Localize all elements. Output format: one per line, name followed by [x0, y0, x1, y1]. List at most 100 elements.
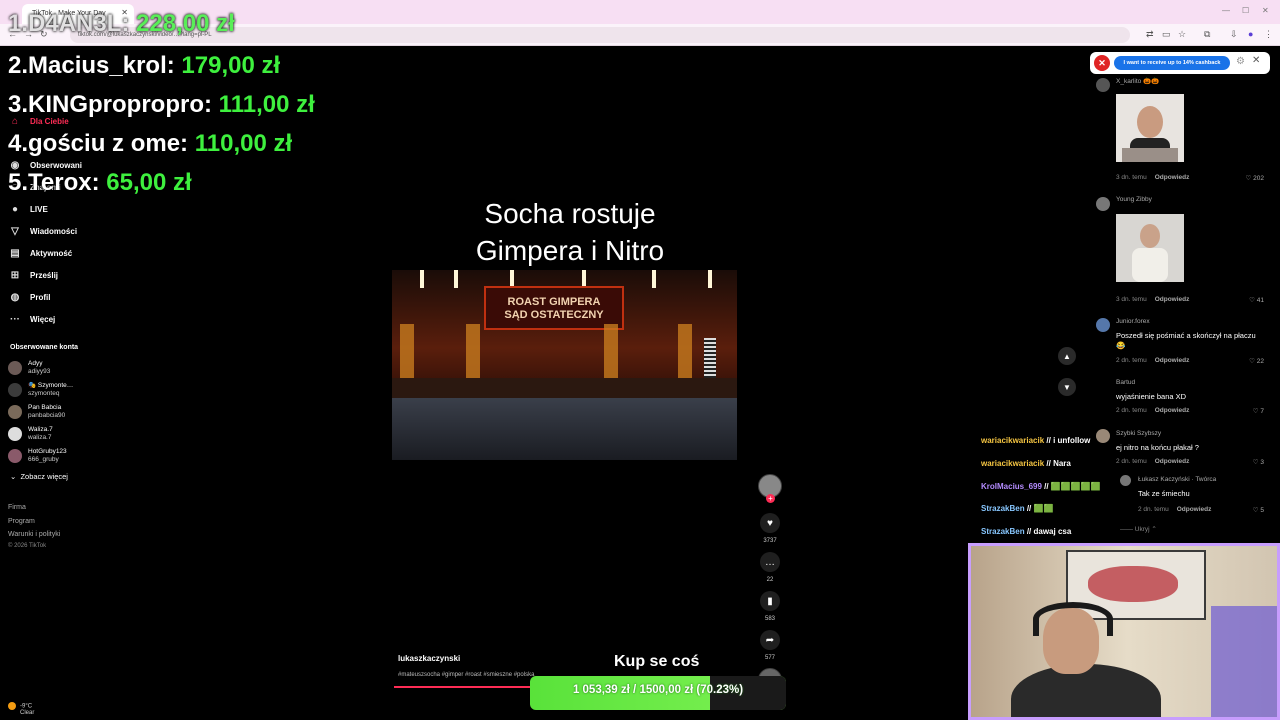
comment-user[interactable]: Junior.forex [1116, 318, 1150, 325]
window-close-icon[interactable]: ✕ [1262, 6, 1269, 15]
comment-icon[interactable]: … [760, 552, 780, 572]
weather-temp: -9°C [20, 703, 33, 710]
profile-avatar-icon[interactable]: ● [1248, 29, 1253, 39]
chevron-down-icon: ⌄ [10, 472, 21, 481]
chat-separator: // [1044, 482, 1049, 491]
comment-image[interactable] [1116, 94, 1184, 162]
followed-account[interactable]: HotGruby123 666_gruby [8, 446, 67, 466]
donor-name: 1.D4AN3L: [8, 10, 130, 37]
chevron-down-icon: ▼ [1063, 382, 1071, 392]
comment-likes[interactable]: ♡ 3 [1253, 458, 1264, 466]
account-handle: waliza.7 [28, 434, 52, 441]
avatar [8, 405, 22, 419]
followed-account[interactable]: 🎭 Szymonte… szymonteq [8, 380, 73, 400]
followed-account[interactable]: Waliza.7 waliza.7 [8, 424, 53, 444]
comment-time: 2 dn. temu [1116, 458, 1147, 465]
maximize-icon[interactable]: ☐ [1242, 6, 1249, 15]
avatar [8, 427, 22, 441]
leaderboard-entry: 5.Terox: 65,00 zł [8, 169, 192, 197]
minimize-icon[interactable]: — [1222, 6, 1230, 15]
comment-user[interactable]: X_karlito 🎃🎃 [1116, 77, 1159, 85]
comment-avatar[interactable] [1096, 429, 1110, 443]
chat-separator: // [1046, 436, 1051, 445]
followed-account[interactable]: Adyy adiyy93 [8, 358, 50, 378]
nav-messages[interactable]: ▽ Wiadomości [8, 223, 77, 239]
reply-button[interactable]: Odpowiedz [1177, 506, 1212, 513]
footer-link-program[interactable]: Program [8, 518, 35, 525]
comment-user[interactable]: Szybki Szybszy [1116, 430, 1161, 437]
close-icon[interactable]: ✕ [1252, 55, 1260, 66]
nav-activity[interactable]: ▤ Aktywność [8, 245, 72, 261]
share-icon[interactable]: ➦ [760, 630, 780, 650]
leaderboard-entry: 1.D4AN3L: 228,00 zł [8, 10, 235, 38]
comment-user[interactable]: Bartud [1116, 379, 1135, 386]
reply-button[interactable]: Odpowiedz [1155, 357, 1190, 364]
follow-plus-icon[interactable]: + [766, 494, 775, 503]
cashback-button[interactable]: I want to receive up to 14% cashback [1114, 56, 1230, 70]
weather-widget[interactable]: -9°C Clear [8, 702, 34, 716]
comment-avatar[interactable] [1096, 318, 1110, 332]
webcam-door [1211, 606, 1277, 717]
reply-time: 2 dn. temu [1138, 506, 1169, 513]
leaderboard-entry: 4.gościu z ome: 110,00 zł [8, 130, 292, 158]
goal-target: 1500,00 zł [639, 684, 694, 696]
bookmark-icon[interactable]: ▮ [760, 591, 780, 611]
comment-user[interactable]: Young Zibby [1116, 196, 1152, 203]
banner-line2: SĄD OSTATECZNY [504, 309, 604, 321]
previous-video-button[interactable]: ▲ [1058, 347, 1076, 365]
translate-icon[interactable]: ⇄ [1146, 29, 1154, 40]
reply-user[interactable]: Łukasz Kaczyński · Twórca [1138, 476, 1216, 483]
hide-replies-button[interactable]: —— Ukryj ⌃ [1120, 525, 1157, 533]
comment-likes[interactable]: ♡ 7 [1253, 407, 1264, 415]
nav-activity-label: Aktywność [30, 248, 73, 258]
video-hashtags[interactable]: #mateuszsocha #gimper #roast #smieszne #… [398, 672, 534, 678]
reply-avatar[interactable] [1120, 475, 1131, 486]
video-author[interactable]: lukaszkaczynski [398, 654, 460, 663]
chat-text: dawaj csa [1033, 527, 1072, 536]
comment-avatar[interactable] [1096, 78, 1110, 92]
see-more-link[interactable]: ⌄ Zobacz więcej [10, 472, 68, 481]
nav-live[interactable]: ● LIVE [8, 201, 48, 217]
followed-account[interactable]: Pan Babcia panbabcia90 [8, 402, 65, 422]
video-progress-bar[interactable] [394, 686, 534, 688]
reply-button[interactable]: Odpowiedz [1155, 296, 1190, 303]
gear-icon[interactable]: ⚙ [1236, 56, 1245, 67]
nav-more[interactable]: ··· Więcej [8, 311, 55, 327]
footer-link-terms[interactable]: Warunki i polityki [8, 531, 60, 538]
comment-avatar[interactable] [1096, 197, 1110, 211]
donor-amount: 111,00 zł [218, 91, 315, 118]
avatar [8, 361, 22, 375]
comment-likes[interactable]: ♡ 202 [1246, 174, 1264, 182]
reply-button[interactable]: Odpowiedz [1155, 407, 1190, 414]
goal-separator: / [633, 684, 637, 696]
nav-upload[interactable]: ⊞ Prześlij [8, 267, 58, 283]
donor-amount: 179,00 zł [181, 52, 281, 79]
reply-button[interactable]: Odpowiedz [1155, 174, 1190, 181]
comment-text: wyjaśnienie bana XD [1116, 392, 1187, 401]
nav-profile[interactable]: ◍ Profil [8, 289, 51, 305]
spotlight [420, 270, 424, 288]
downloads-icon[interactable]: ⇩ [1230, 29, 1238, 40]
reply-likes[interactable]: ♡ 5 [1253, 506, 1264, 514]
extensions-icon[interactable]: ⧉ [1204, 29, 1210, 40]
comment-image[interactable] [1116, 214, 1184, 282]
video-title-line2: Gimpera i Nitro [475, 235, 665, 266]
nav-profile-label: Profil [30, 292, 51, 302]
browser-menu-icon[interactable]: ⋮ [1264, 29, 1273, 40]
chat-message: StrazakBen // dawaj csa [981, 527, 1071, 536]
comment-likes[interactable]: ♡ 22 [1249, 357, 1264, 365]
footer-link-company[interactable]: Firma [8, 504, 26, 511]
bookmark-star-icon[interactable]: ☆ [1178, 29, 1186, 40]
reply-button[interactable]: Odpowiedz [1155, 458, 1190, 465]
account-handle: szymonteq [28, 390, 60, 397]
share-count: 577 [764, 655, 775, 661]
donor-amount: 228,00 zł [136, 10, 235, 37]
cast-icon[interactable]: ▭ [1162, 29, 1171, 40]
video-player[interactable]: ROAST GIMPERA SĄD OSTATECZNY [392, 270, 737, 460]
comment-time: 3 dn. temu [1116, 296, 1147, 303]
comment-likes[interactable]: ♡ 41 [1249, 296, 1264, 304]
like-heart-icon[interactable]: ♥ [760, 513, 780, 533]
account-name: Adyy [28, 360, 43, 367]
next-video-button[interactable]: ▼ [1058, 378, 1076, 396]
stage-floor [392, 378, 737, 400]
